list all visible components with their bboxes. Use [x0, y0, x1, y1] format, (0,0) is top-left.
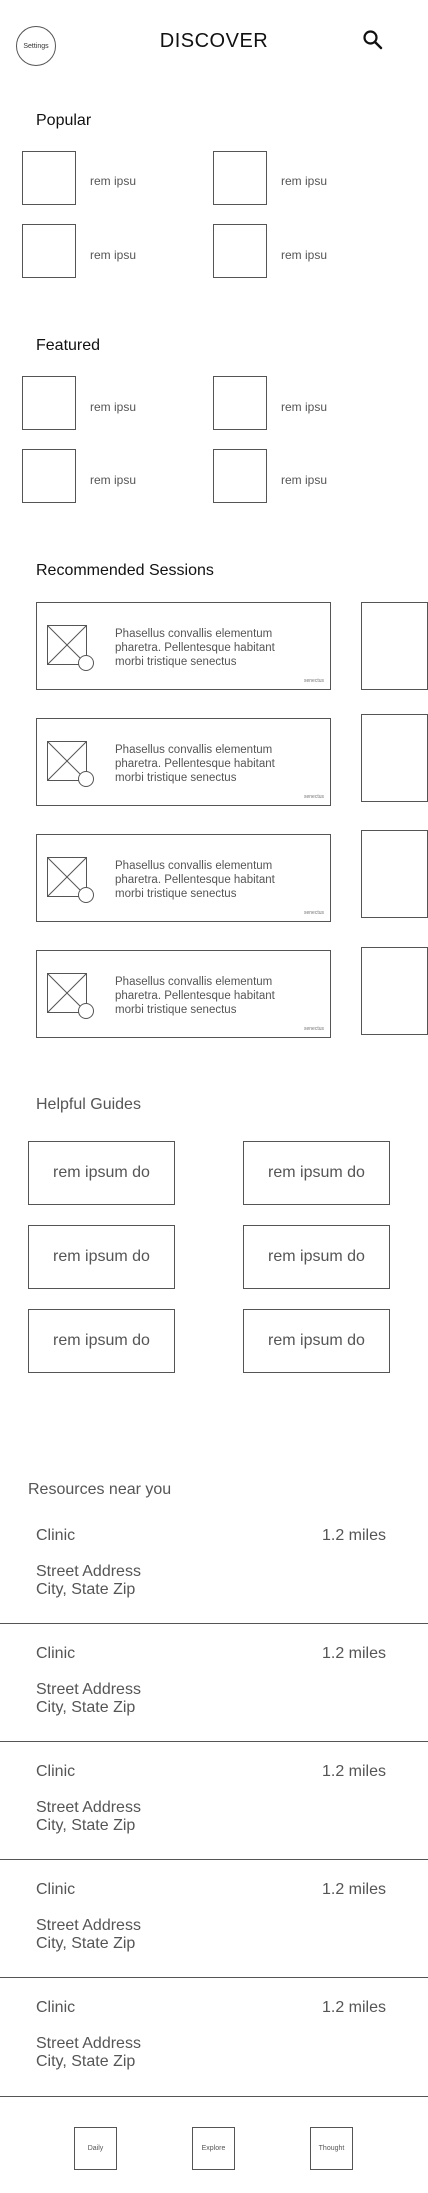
popular-item-thumb[interactable]: [22, 224, 76, 278]
guide-label: rem ipsum do: [53, 1248, 150, 1265]
session-card[interactable]: Phasellus convallis elementum pharetra. …: [36, 834, 331, 922]
avatar: [78, 887, 94, 903]
popular-item-thumb[interactable]: [22, 151, 76, 205]
featured-title: Featured: [36, 337, 101, 354]
session-description: Phasellus convallis elementum pharetra. …: [115, 744, 275, 784]
resource-distance: 1.2 miles: [321, 1527, 386, 1544]
resource-name[interactable]: Clinic: [36, 1645, 75, 1663]
featured-item-label: rem ipsu: [90, 473, 137, 487]
featured-item-label: rem ipsu: [281, 400, 328, 414]
resource-address-line2: City, State Zip: [36, 1581, 136, 1598]
resource-address-line2: City, State Zip: [36, 1817, 136, 1834]
featured-item-thumb[interactable]: [213, 376, 267, 430]
resource-distance: 1.2 miles: [321, 1999, 386, 2016]
session-card[interactable]: Phasellus convallis elementum pharetra. …: [36, 718, 331, 806]
divider: [0, 2096, 428, 2097]
guide-button[interactable]: rem ipsum do: [243, 1309, 390, 1373]
resource-distance: 1.2 miles: [321, 1881, 386, 1898]
resources-title: Resources near you: [28, 1481, 172, 1498]
session-card-next[interactable]: [361, 947, 428, 1035]
popular-item-label: rem ipsu: [281, 248, 328, 262]
featured-item-thumb[interactable]: [22, 449, 76, 503]
session-card[interactable]: Phasellus convallis elementum pharetra. …: [36, 602, 331, 690]
recommended-title: Recommended Sessions: [36, 562, 214, 579]
divider: [0, 1859, 428, 1860]
resource-address-line1: Street Address: [36, 1799, 141, 1816]
resource-address-line1: Street Address: [36, 1563, 141, 1580]
featured-item-thumb[interactable]: [213, 449, 267, 503]
resource-distance: 1.2 miles: [321, 1645, 386, 1662]
nav-explore[interactable]: Explore: [192, 2127, 235, 2170]
popular-item-label: rem ipsu: [90, 248, 137, 262]
guides-title: Helpful Guides: [36, 1096, 141, 1113]
nav-label: Explore: [201, 2145, 226, 2152]
guide-button[interactable]: rem ipsum do: [28, 1309, 175, 1373]
popular-item-thumb[interactable]: [213, 224, 267, 278]
guide-label: rem ipsum do: [53, 1332, 150, 1349]
resource-address-line2: City, State Zip: [36, 1699, 136, 1716]
nav-label: Thought: [318, 2145, 345, 2152]
session-card[interactable]: Phasellus convallis elementum pharetra. …: [36, 950, 331, 1038]
session-tag: senectus: [303, 794, 324, 800]
featured-item-label: rem ipsu: [90, 400, 137, 414]
search-icon[interactable]: [362, 29, 384, 51]
divider: [0, 1623, 428, 1624]
resource-distance: 1.2 miles: [321, 1763, 386, 1780]
guide-label: rem ipsum do: [268, 1332, 365, 1349]
session-description: Phasellus convallis elementum pharetra. …: [115, 860, 275, 900]
resource-address-line2: City, State Zip: [36, 1935, 136, 1952]
nav-daily[interactable]: Daily: [74, 2127, 117, 2170]
popular-item-label: rem ipsu: [90, 174, 137, 188]
session-description: Phasellus convallis elementum pharetra. …: [115, 628, 275, 668]
popular-item-thumb[interactable]: [213, 151, 267, 205]
guide-label: rem ipsum do: [268, 1248, 365, 1265]
guide-button[interactable]: rem ipsum do: [243, 1225, 390, 1289]
session-card-next[interactable]: [361, 602, 428, 690]
featured-item-label: rem ipsu: [281, 473, 328, 487]
resource-name[interactable]: Clinic: [36, 1527, 75, 1545]
session-card-next[interactable]: [361, 830, 428, 918]
avatar: [78, 655, 94, 671]
featured-item-thumb[interactable]: [22, 376, 76, 430]
session-description: Phasellus convallis elementum pharetra. …: [115, 976, 275, 1016]
guide-label: rem ipsum do: [53, 1164, 150, 1181]
divider: [0, 1741, 428, 1742]
session-tag: senectus: [303, 1026, 324, 1032]
resource-name[interactable]: Clinic: [36, 1881, 75, 1899]
guide-button[interactable]: rem ipsum do: [243, 1141, 390, 1205]
nav-thought[interactable]: Thought: [310, 2127, 353, 2170]
avatar: [78, 771, 94, 787]
divider: [0, 1977, 428, 1978]
popular-item-label: rem ipsu: [281, 174, 328, 188]
guide-button[interactable]: rem ipsum do: [28, 1141, 175, 1205]
session-tag: senectus: [303, 678, 324, 684]
nav-label: Daily: [87, 2145, 104, 2152]
resource-name[interactable]: Clinic: [36, 1999, 75, 2017]
session-card-next[interactable]: [361, 714, 428, 802]
resource-address-line1: Street Address: [36, 1681, 141, 1698]
resource-address-line1: Street Address: [36, 1917, 141, 1934]
session-tag: senectus: [303, 910, 324, 916]
guide-button[interactable]: rem ipsum do: [28, 1225, 175, 1289]
popular-title: Popular: [36, 112, 92, 129]
guide-label: rem ipsum do: [268, 1164, 365, 1181]
resource-address-line1: Street Address: [36, 2035, 141, 2052]
resource-name[interactable]: Clinic: [36, 1763, 75, 1781]
avatar: [78, 1003, 94, 1019]
resource-address-line2: City, State Zip: [36, 2053, 136, 2070]
